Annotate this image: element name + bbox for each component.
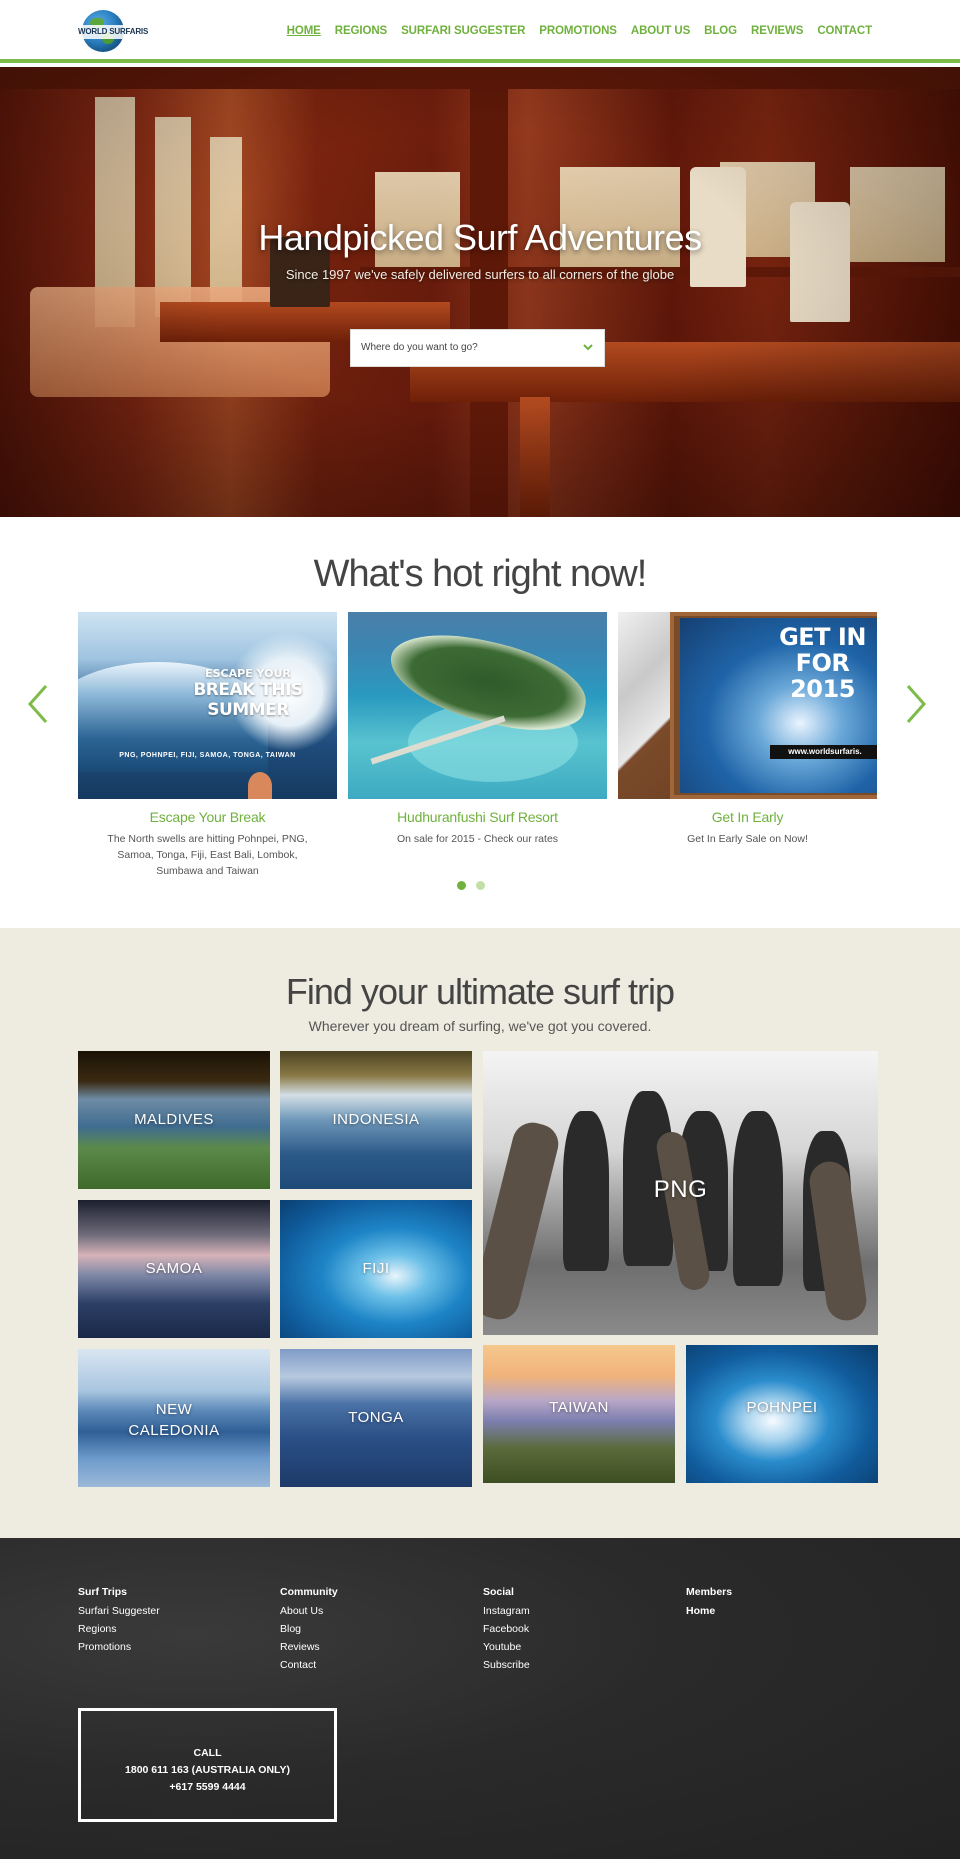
footer-heading: Community (280, 1586, 338, 1598)
footer-link-members-home[interactable]: Home (686, 1602, 866, 1620)
carousel-dot-2[interactable] (476, 881, 485, 890)
site-logo[interactable]: WORLD SURFARIS (78, 10, 152, 54)
footer-link-contact[interactable]: Contact (280, 1656, 460, 1674)
footer-heading: Social (483, 1586, 514, 1598)
region-tile-samoa[interactable]: SAMOA (78, 1200, 270, 1338)
nav-home[interactable]: HOME (287, 25, 321, 37)
region-tile-fiji[interactable]: FIJI (280, 1200, 472, 1338)
footer-heading: Surf Trips (78, 1586, 128, 1598)
hero-title: Handpicked Surf Adventures (258, 217, 702, 258)
destination-select[interactable]: Where do you want to go? (350, 329, 605, 367)
footer-col-members: Members Home (686, 1586, 866, 1620)
footer-col-surf-trips: Surf Trips Surfari Suggester Regions Pro… (78, 1586, 258, 1656)
region-tile-png[interactable]: PNG (483, 1051, 878, 1335)
hero-banner: Handpicked Surf Adventures Since 1997 we… (0, 67, 960, 517)
promo-image-escape[interactable]: ESCAPE YOUR BREAK THIS SUMMER PNG, POHNP… (78, 612, 337, 799)
chevron-down-icon (583, 344, 593, 351)
footer-link-about-us[interactable]: About Us (280, 1602, 460, 1620)
region-tile-indonesia[interactable]: INDONESIA (280, 1051, 472, 1189)
call-label: CALL (193, 1747, 222, 1759)
nav-about-us[interactable]: ABOUT US (631, 25, 690, 37)
footer-heading: Members (686, 1586, 733, 1598)
hero-subtitle: Since 1997 we've safely delivered surfer… (285, 267, 675, 282)
footer-link-blog[interactable]: Blog (280, 1620, 460, 1638)
promo-card-escape-your-break[interactable]: ESCAPE YOUR BREAK THIS SUMMER PNG, POHNP… (78, 612, 337, 879)
promo-card-get-in-early[interactable]: GET IN FOR 2015 www.worldsurfaris. Get I… (618, 612, 877, 847)
footer-link-youtube[interactable]: Youtube (483, 1638, 663, 1656)
footer-link-promotions[interactable]: Promotions (78, 1638, 258, 1656)
nav-regions[interactable]: REGIONS (335, 25, 387, 37)
promo-card-desc: On sale for 2015 - Check our rates (396, 833, 559, 845)
region-tile-maldives[interactable]: MALDIVES (78, 1051, 270, 1189)
region-tile-tonga[interactable]: TONGA (280, 1349, 472, 1487)
promo-card-desc: Get In Early Sale on Now! (687, 833, 808, 845)
footer-link-facebook[interactable]: Facebook (483, 1620, 663, 1638)
footer-link-surfari-suggester[interactable]: Surfari Suggester (78, 1602, 258, 1620)
footer-link-reviews[interactable]: Reviews (280, 1638, 460, 1656)
main-nav: HOME REGIONS SURFARI SUGGESTER PROMOTION… (273, 25, 872, 37)
carousel-dots (457, 881, 485, 890)
footer-link-instagram[interactable]: Instagram (483, 1602, 663, 1620)
call-phone-international[interactable]: +617 5599 4444 (81, 1779, 334, 1796)
find-section-subtitle: Wherever you dream of surfing, we've got… (308, 1018, 652, 1034)
call-phone-australia[interactable]: 1800 611 163 (AUSTRALIA ONLY) (81, 1762, 334, 1779)
nav-promotions[interactable]: PROMOTIONS (539, 25, 617, 37)
promo-card-desc: The North swells are hitting Pohnpei, PN… (107, 833, 308, 877)
logo-text: WORLD SURFARIS (78, 25, 152, 39)
hot-section-title: What's hot right now! (313, 553, 648, 595)
region-tile-pohnpei[interactable]: POHNPEI (686, 1345, 878, 1483)
footer-col-community: Community About Us Blog Reviews Contact (280, 1586, 460, 1674)
footer-link-regions[interactable]: Regions (78, 1620, 258, 1638)
promo-image-island[interactable] (348, 612, 607, 799)
promo-card-title[interactable]: Hudhuranfushi Surf Resort (348, 809, 607, 825)
nav-reviews[interactable]: REVIEWS (751, 25, 803, 37)
carousel-dot-1[interactable] (457, 881, 466, 890)
region-tile-taiwan[interactable]: TAIWAN (483, 1345, 675, 1483)
carousel-next-arrow-icon[interactable] (902, 682, 930, 726)
region-tile-new-caledonia[interactable]: NEW CALEDONIA (78, 1349, 270, 1487)
promo-card-title[interactable]: Escape Your Break (78, 809, 337, 825)
site-header: WORLD SURFARIS HOME REGIONS SURFARI SUGG… (0, 0, 960, 63)
destination-select-value: Where do you want to go? (361, 342, 478, 353)
promo-card-hudhuranfushi[interactable]: Hudhuranfushi Surf Resort On sale for 20… (348, 612, 607, 847)
nav-contact[interactable]: CONTACT (817, 25, 872, 37)
promo-image-poster[interactable]: GET IN FOR 2015 www.worldsurfaris. (618, 612, 877, 799)
nav-blog[interactable]: BLOG (704, 25, 737, 37)
promo-card-title[interactable]: Get In Early (618, 809, 877, 825)
nav-surfari-suggester[interactable]: SURFARI SUGGESTER (401, 25, 525, 37)
call-box: CALL 1800 611 163 (AUSTRALIA ONLY) +617 … (78, 1708, 337, 1822)
carousel-prev-arrow-icon[interactable] (24, 682, 52, 726)
find-section-title: Find your ultimate surf trip (285, 971, 675, 1012)
footer-link-subscribe[interactable]: Subscribe (483, 1656, 663, 1674)
footer-col-social: Social Instagram Facebook Youtube Subscr… (483, 1586, 663, 1674)
